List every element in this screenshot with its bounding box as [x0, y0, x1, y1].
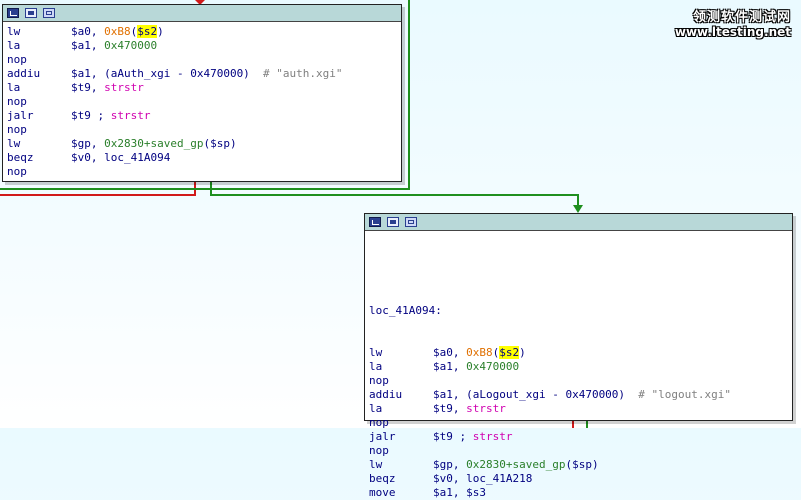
mnemonic: addiu [369, 388, 403, 401]
watermark: 领测软件测试网 www.ltesting.net [675, 6, 791, 39]
mnemonic: move [369, 486, 396, 499]
operand: $a1, (aLogout_xgi - 0x470000) [433, 388, 626, 401]
mnemonic: jalr [7, 109, 34, 122]
code-line[interactable]: lw $gp, 0x2830+saved_gp($sp) [369, 458, 792, 472]
graph-node-2[interactable]: loc_41A094: lw $a0, 0xB8($s2) la $a1, 0x470… [364, 213, 793, 499]
graph-view-icon[interactable] [7, 8, 19, 18]
operand: $v0, loc_41A218 [433, 472, 533, 485]
operand: $t9 ; [71, 109, 111, 122]
graph-node-1[interactable]: lw $a0, 0xB8($s2) la $a1, 0x470000 nop addiu $… [2, 4, 402, 182]
operand: ) [519, 346, 526, 359]
mnemonic: beqz [7, 151, 34, 164]
operand: ) [157, 25, 164, 38]
operand: 0xB8 [466, 346, 493, 359]
code-line[interactable]: nop [7, 165, 401, 179]
code-line[interactable]: beqz $v0, loc_41A218 [369, 472, 792, 486]
arrowhead-node2-icon [573, 205, 583, 213]
operand: $a1, $s3 [433, 486, 486, 499]
code-line[interactable]: lw $a0, 0xB8($s2) [7, 25, 401, 39]
edge-outer-right [408, 0, 410, 190]
zoom-icon[interactable] [25, 8, 37, 18]
block-label[interactable]: loc_41A094: [369, 304, 792, 318]
code-line[interactable]: nop [369, 444, 792, 458]
mnemonic: la [7, 81, 21, 94]
code-line[interactable]: beqz $v0, loc_41A094 [7, 151, 401, 165]
operand: $a1, [71, 39, 105, 52]
mnemonic: nop [7, 53, 27, 66]
graph-view-icon[interactable] [369, 217, 381, 227]
watermark-line2: www.ltesting.net [674, 25, 791, 39]
operand: strstr [110, 109, 151, 122]
code-line[interactable]: la $a1, 0x470000 [7, 39, 401, 53]
operand: 0xB8 [104, 25, 131, 38]
operand: 0x470000 [104, 39, 158, 52]
operand: $t9 ; [433, 430, 473, 443]
operand: 0x2830+saved_gp [466, 458, 566, 471]
code-line[interactable]: jalr $t9 ; strstr [7, 109, 401, 123]
operand: ($sp) [565, 458, 599, 471]
operand: 0x470000 [466, 360, 520, 373]
code-line[interactable]: move $a1, $s3 [369, 486, 792, 500]
mnemonic: la [369, 360, 383, 373]
mnemonic: nop [7, 165, 27, 178]
code-line[interactable]: lw $gp, 0x2830+saved_gp($sp) [7, 137, 401, 151]
operand: strstr [472, 430, 513, 443]
mnemonic: la [369, 402, 383, 415]
operand: 0x2830+saved_gp [104, 137, 204, 150]
code-line[interactable]: nop [7, 123, 401, 137]
code-line[interactable]: la $a1, 0x470000 [369, 360, 792, 374]
mnemonic: nop [7, 123, 27, 136]
watermark-line1: 领测软件测试网 [692, 10, 791, 25]
mnemonic: nop [369, 444, 389, 457]
edit-icon[interactable] [43, 8, 55, 18]
mnemonic: lw [369, 346, 383, 359]
mnemonic: lw [7, 25, 21, 38]
operand: # "logout.xgi" [625, 388, 732, 401]
mnemonic: lw [369, 458, 383, 471]
node-code: loc_41A094: lw $a0, 0xB8($s2) la $a1, 0x470… [365, 231, 792, 500]
code-line[interactable]: nop [7, 95, 401, 109]
operand: $gp, [71, 137, 105, 150]
mnemonic: beqz [369, 472, 396, 485]
operand: # "auth.xgi" [249, 67, 343, 80]
edit-icon[interactable] [405, 217, 417, 227]
zoom-icon[interactable] [387, 217, 399, 227]
node-code: lw $a0, 0xB8($s2) la $a1, 0x470000 nop addiu $… [3, 22, 401, 179]
operand: strstr [466, 402, 506, 415]
operand: $a0, [433, 346, 467, 359]
operand: $t9, [71, 81, 105, 94]
operand: strstr [104, 81, 144, 94]
edge-false-branch-horizontal [0, 194, 196, 196]
operand: $v0, loc_41A094 [71, 151, 171, 164]
mnemonic: nop [369, 374, 389, 387]
mnemonic: addiu [7, 67, 41, 80]
code-line[interactable]: lw $a0, 0xB8($s2) [369, 346, 792, 360]
node-titlebar [365, 214, 792, 231]
edge-outer-bottom [0, 188, 410, 190]
node-titlebar [3, 5, 401, 22]
code-line[interactable]: addiu $a1, (aAuth_xgi - 0x470000) # "auth… [7, 67, 401, 81]
code-line[interactable]: addiu $a1, (aLogout_xgi - 0x470000) # "lo… [369, 388, 792, 402]
mnemonic: nop [7, 95, 27, 108]
code-line[interactable]: la $t9, strstr [7, 81, 401, 95]
code-line[interactable]: nop [369, 374, 792, 388]
operand: $s2 [137, 25, 158, 38]
code-line[interactable]: la $t9, strstr [369, 402, 792, 416]
edge-true-branch-horizontal [210, 194, 579, 196]
mnemonic: la [7, 39, 21, 52]
mnemonic: lw [7, 137, 21, 150]
operand: $t9, [433, 402, 467, 415]
operand: $a1, (aAuth_xgi - 0x470000) [71, 67, 250, 80]
operand: $gp, [433, 458, 467, 471]
operand: $a0, [71, 25, 105, 38]
code-line[interactable]: nop [7, 53, 401, 67]
code-line[interactable]: jalr $t9 ; strstr [369, 430, 792, 444]
operand: ($sp) [203, 137, 237, 150]
operand: $s2 [499, 346, 520, 359]
mnemonic: jalr [369, 430, 396, 443]
operand: $a1, [433, 360, 467, 373]
